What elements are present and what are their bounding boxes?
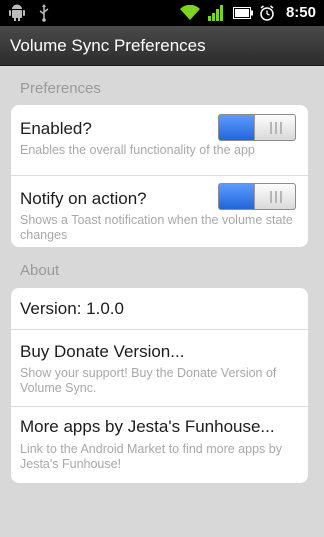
about-more-apps[interactable]: More apps by Jesta's Funhouse... Link to… [11,407,308,483]
pref-enabled-summary: Enables the overall functionality of the… [20,143,255,157]
pref-enabled-title: Enabled? [20,119,92,138]
about-donate[interactable]: Buy Donate Version... Show your support!… [11,330,308,406]
android-icon [8,0,26,26]
about-more-apps-title: More apps by Jesta's Funhouse... [20,417,275,436]
enabled-toggle[interactable] [218,114,296,141]
preferences-screen: Preferences Enabled? Enables the overall… [0,66,324,537]
usb-icon [36,0,52,26]
battery-icon [232,0,254,26]
section-header-about: About [20,262,60,279]
signal-icon [207,0,225,26]
pref-notify[interactable]: Notify on action? Shows a Toast notifica… [11,176,308,247]
about-version-title: Version: 1.0.0 [20,299,124,318]
alarm-icon [258,0,276,26]
about-donate-summary: Show your support! Buy the Donate Versio… [20,366,277,395]
about-donate-title: Buy Donate Version... [20,342,185,361]
page-title: Volume Sync Preferences [10,36,206,55]
section-header-preferences: Preferences [20,80,101,97]
preferences-card: Enabled? Enables the overall functionali… [11,105,308,247]
notify-toggle[interactable] [218,183,296,210]
pref-enabled[interactable]: Enabled? Enables the overall functionali… [11,105,308,175]
status-time: 8:50 [285,4,316,21]
toggle-on-indicator [219,184,254,209]
about-card: Version: 1.0.0 Buy Donate Version... Sho… [11,288,308,483]
about-version[interactable]: Version: 1.0.0 [11,288,308,329]
about-more-apps-summary: Link to the Android Market to find more … [20,442,282,471]
title-bar: Volume Sync Preferences [0,26,324,66]
pref-notify-title: Notify on action? [20,189,147,208]
status-bar: 8:50 [0,0,324,26]
toggle-on-indicator [219,115,254,140]
toggle-knob [254,115,295,140]
toggle-knob [254,184,295,209]
pref-notify-summary: Shows a Toast notification when the volu… [20,213,293,242]
wifi-icon [179,0,201,26]
